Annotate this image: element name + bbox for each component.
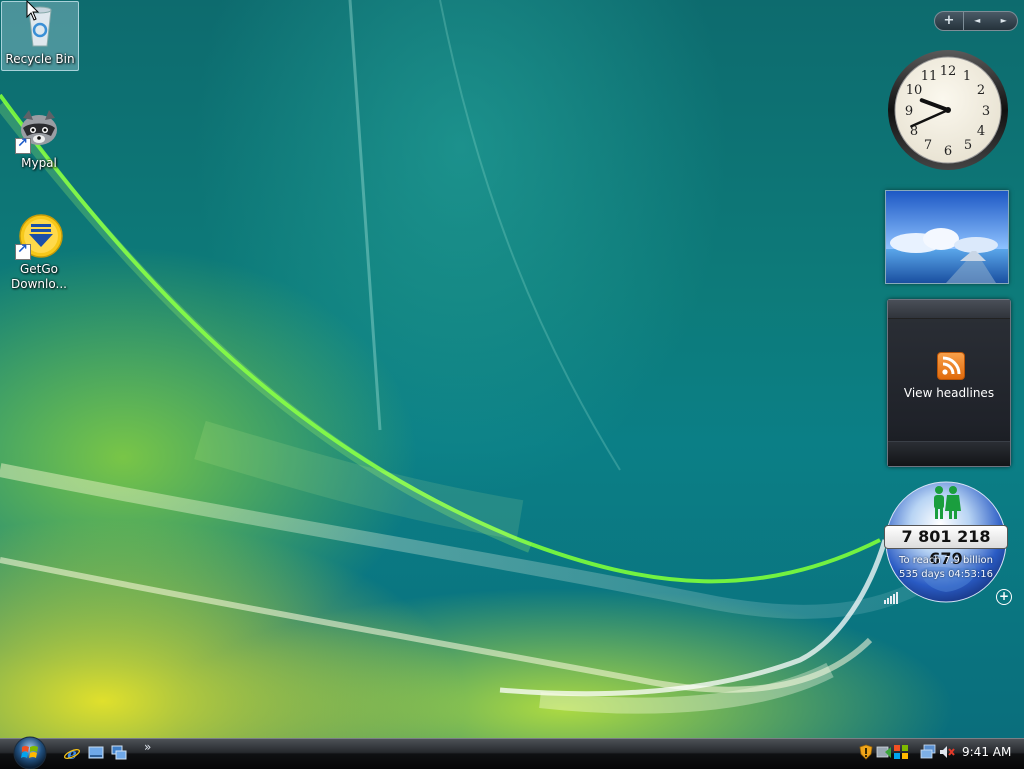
svg-text:1: 1 bbox=[963, 69, 971, 84]
world-population-gadget[interactable]: 7 801 218 679 To reach 7.9 billion 535 d… bbox=[880, 480, 1012, 610]
switch-windows-icon[interactable] bbox=[111, 745, 127, 761]
view-headlines-link[interactable]: View headlines bbox=[888, 386, 1010, 400]
feed-footer bbox=[888, 441, 1010, 466]
svg-text:5: 5 bbox=[964, 138, 972, 153]
mouse-pointer-icon bbox=[26, 0, 40, 21]
previous-page-button[interactable]: ◄ bbox=[964, 12, 991, 30]
signal-bars-icon[interactable] bbox=[883, 591, 899, 604]
svg-text:9: 9 bbox=[905, 104, 913, 119]
desktop-wallpaper bbox=[0, 0, 1024, 738]
slideshow-gadget[interactable] bbox=[885, 190, 1009, 284]
svg-text:2: 2 bbox=[977, 83, 985, 98]
feed-header bbox=[888, 300, 1010, 319]
slideshow-image bbox=[886, 191, 1008, 283]
population-countdown: 535 days 04:53:16 bbox=[899, 569, 993, 580]
rss-feed-icon bbox=[937, 352, 965, 380]
svg-text:7: 7 bbox=[924, 138, 932, 153]
population-goal-text: To reach 7.9 billion bbox=[899, 555, 993, 566]
svg-text:4: 4 bbox=[977, 124, 985, 139]
start-button[interactable] bbox=[9, 735, 51, 769]
desktop-icon-label-line2: Downlo... bbox=[11, 277, 67, 291]
shortcut-arrow-icon bbox=[15, 136, 31, 154]
recycle-bin-icon bbox=[16, 2, 64, 50]
windows-flag-icon[interactable] bbox=[893, 744, 909, 760]
desktop-icon-recycle-bin[interactable]: Recycle Bin bbox=[1, 1, 79, 71]
gadget-options-icon[interactable]: + bbox=[996, 589, 1012, 605]
download-arrow-icon bbox=[15, 212, 63, 260]
desktop-icon-mypal[interactable]: Mypal bbox=[1, 106, 77, 171]
desktop-icon-label-line1: GetGo bbox=[19, 262, 59, 276]
feed-headlines-gadget[interactable]: View headlines bbox=[887, 299, 1011, 467]
svg-text:6: 6 bbox=[944, 144, 952, 159]
network-icon[interactable] bbox=[920, 744, 936, 760]
svg-text:12: 12 bbox=[940, 64, 957, 79]
desktop-icon-label: Recycle Bin bbox=[5, 52, 75, 66]
svg-text:10: 10 bbox=[906, 83, 923, 98]
add-gadget-button[interactable]: + bbox=[935, 12, 964, 30]
windows-defender-icon[interactable] bbox=[876, 744, 892, 760]
svg-text:3: 3 bbox=[982, 104, 990, 119]
clock-time[interactable]: 9:41 AM bbox=[962, 745, 1011, 759]
clock-gadget[interactable]: 12 1 2 345 678 9 10 11 bbox=[886, 48, 1010, 172]
next-page-button[interactable]: ► bbox=[991, 12, 1018, 30]
people-icon bbox=[934, 486, 961, 519]
security-shield-icon[interactable] bbox=[858, 744, 874, 760]
svg-text:11: 11 bbox=[921, 69, 938, 84]
internet-explorer-icon[interactable]: e bbox=[64, 745, 80, 761]
mypal-raccoon-icon bbox=[15, 106, 63, 154]
quick-launch-chevron[interactable]: » bbox=[144, 740, 151, 754]
volume-muted-icon[interactable] bbox=[939, 744, 955, 760]
population-counter: 7 801 218 679 bbox=[884, 525, 1008, 568]
clock-face: 12 12 345 678 91011 bbox=[888, 50, 1008, 170]
shortcut-arrow-icon bbox=[15, 242, 31, 260]
show-desktop-icon[interactable] bbox=[88, 745, 104, 761]
sidebar-controls: + ◄ ► bbox=[934, 11, 1018, 31]
desktop-icon-getgo[interactable]: GetGo Downlo... bbox=[1, 212, 77, 292]
desktop-icon-label: Mypal bbox=[21, 156, 57, 170]
wallpaper-streaks bbox=[0, 0, 965, 714]
